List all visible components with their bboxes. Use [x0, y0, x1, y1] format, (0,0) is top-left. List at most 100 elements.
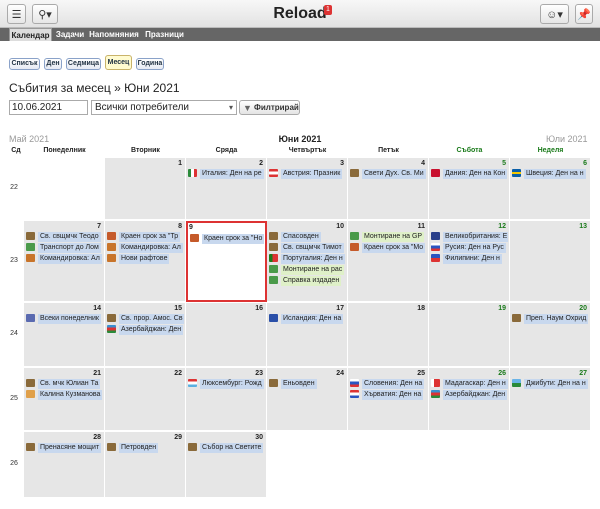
day-cell[interactable]: 8 Краен срок за "Тр Командировка: Ал Нови р… — [105, 221, 186, 302]
day-number[interactable]: 20 — [579, 305, 587, 312]
calendar-event[interactable]: Австрия: Празник — [269, 169, 346, 179]
view-list-button[interactable]: Списък — [9, 58, 40, 70]
tab-holidays[interactable]: Празници — [142, 28, 187, 41]
day-number[interactable]: 1 — [178, 160, 182, 167]
day-number[interactable]: 21 — [93, 370, 101, 377]
day-cell[interactable]: 28 Пренасяне мощит — [24, 432, 105, 498]
day-cell[interactable]: 29 Петровден — [105, 432, 186, 498]
calendar-event[interactable]: Всеки понеделник — [26, 314, 103, 324]
day-cell[interactable]: 30 Събор на Светите — [186, 432, 267, 498]
calendar-event[interactable]: Исландия: Ден на — [269, 314, 346, 324]
day-cell[interactable]: 11 Монтиране на GP Краен срок за "Мо — [348, 221, 429, 302]
calendar-event[interactable]: Азербайджан: Ден — [107, 325, 184, 335]
calendar-event[interactable]: Краен срок за "Но — [190, 234, 267, 244]
tab-tasks[interactable]: Задачи — [54, 28, 86, 41]
tab-calendar[interactable]: Календар — [9, 28, 52, 41]
day-cell[interactable]: 6 Швеция: Ден на н — [510, 158, 591, 220]
day-number[interactable]: 23 — [255, 370, 263, 377]
user-avatar-button[interactable]: ☺▾ — [540, 4, 569, 24]
calendar-event[interactable]: Калина Кузманова — [26, 390, 103, 400]
day-number[interactable]: 9 — [189, 224, 193, 231]
day-number[interactable]: 10 — [336, 223, 344, 230]
day-cell[interactable]: 23 Люксембург: Рожд — [186, 368, 267, 431]
day-cell[interactable]: 13 — [510, 221, 591, 302]
day-number[interactable]: 2 — [259, 160, 263, 167]
day-cell[interactable]: 10 Спасовден Св. свщмчк Тимот Португалия: Д… — [267, 221, 348, 302]
day-cell[interactable]: 7 Св. свщмчк Теодо Транспорт до Лом Команди… — [24, 221, 105, 302]
day-cell[interactable]: 1 — [105, 158, 186, 220]
day-number[interactable]: 3 — [340, 160, 344, 167]
day-cell[interactable]: 14 Всеки понеделник — [24, 303, 105, 367]
calendar-event[interactable]: Събор на Светите — [188, 443, 265, 453]
day-number[interactable]: 11 — [418, 223, 425, 230]
calendar-event[interactable]: Командировка: Ал — [107, 243, 184, 253]
calendar-event[interactable]: Св. свщмчк Теодо — [26, 232, 103, 242]
calendar-event[interactable]: Транспорт до Лом — [26, 243, 103, 253]
calendar-event[interactable]: Преп. Наум Охрид — [512, 314, 589, 324]
notification-badge[interactable]: 1 — [324, 5, 332, 15]
day-cell[interactable]: 16 — [186, 303, 267, 367]
calendar-event[interactable]: Русия: Ден на Рус — [431, 243, 508, 253]
day-cell[interactable]: 21 Св. мчк Юлиан Та Калина Кузманова — [24, 368, 105, 431]
day-cell[interactable]: 25 Словения: Ден на Хърватия: Ден на — [348, 368, 429, 431]
calendar-event[interactable]: Дания: Ден на Кон — [431, 169, 508, 179]
calendar-event[interactable]: Азербайджан: Ден — [431, 390, 508, 400]
calendar-event[interactable]: Италия: Ден на ре — [188, 169, 265, 179]
view-week-button[interactable]: Седмица — [66, 58, 101, 70]
day-number[interactable]: 30 — [255, 434, 263, 441]
day-number[interactable]: 14 — [93, 305, 101, 312]
calendar-event[interactable]: Еньовден — [269, 379, 346, 389]
calendar-event[interactable]: Мадагаскар: Ден н — [431, 379, 508, 389]
day-number[interactable]: 22 — [174, 370, 182, 377]
day-number[interactable]: 6 — [583, 160, 587, 167]
day-number[interactable]: 8 — [178, 223, 182, 230]
pin-button[interactable]: 📌 — [575, 4, 593, 24]
day-number[interactable]: 17 — [336, 305, 344, 312]
calendar-event[interactable]: Словения: Ден на — [350, 379, 427, 389]
day-cell[interactable]: 5 Дания: Ден на Кон — [429, 158, 510, 220]
day-cell[interactable]: 15 Св. прор. Амос. Св Азербайджан: Ден — [105, 303, 186, 367]
calendar-event[interactable]: Св. свщмчк Тимот — [269, 243, 346, 253]
calendar-event[interactable]: Монтиране на GP — [350, 232, 427, 242]
day-cell[interactable]: 19 — [429, 303, 510, 367]
view-month-button[interactable]: Месец — [105, 55, 132, 70]
calendar-event[interactable]: Хърватия: Ден на — [350, 390, 427, 400]
day-number[interactable]: 27 — [579, 370, 587, 377]
calendar-event[interactable]: Португалия: Ден н — [269, 254, 346, 264]
day-number[interactable]: 12 — [498, 223, 506, 230]
calendar-event[interactable]: Краен срок за "Мо — [350, 243, 427, 253]
day-cell[interactable]: 18 — [348, 303, 429, 367]
day-cell[interactable]: 27 Джибути: Ден на н — [510, 368, 591, 431]
day-cell[interactable]: 20 Преп. Наум Охрид — [510, 303, 591, 367]
day-number[interactable]: 25 — [417, 370, 425, 377]
calendar-event[interactable]: Св. мчк Юлиан Та — [26, 379, 103, 389]
calendar-event[interactable]: Спасовден — [269, 232, 346, 242]
calendar-event[interactable]: Швеция: Ден на н — [512, 169, 589, 179]
calendar-event[interactable]: Петровден — [107, 443, 184, 453]
calendar-event[interactable]: Свети Дух. Св. Ми — [350, 169, 427, 179]
day-number[interactable]: 15 — [174, 305, 182, 312]
view-day-button[interactable]: Ден — [44, 58, 62, 70]
calendar-event[interactable]: Пренасяне мощит — [26, 443, 103, 453]
calendar-event[interactable]: Нови рафтове — [107, 254, 184, 264]
day-number[interactable]: 7 — [97, 223, 101, 230]
day-cell[interactable]: 12 Великобритания: Е Русия: Ден на Рус Фили… — [429, 221, 510, 302]
day-cell[interactable]: 4 Свети Дух. Св. Ми — [348, 158, 429, 220]
view-year-button[interactable]: Година — [136, 58, 164, 70]
calendar-event[interactable]: Джибути: Ден на н — [512, 379, 589, 389]
day-cell[interactable]: 2 Италия: Ден на ре — [186, 158, 267, 220]
calendar-event[interactable]: Филипини: Ден н — [431, 254, 508, 264]
day-cell[interactable]: 9 Краен срок за "Но — [186, 221, 267, 302]
day-cell[interactable]: 26 Мадагаскар: Ден н Азербайджан: Ден — [429, 368, 510, 431]
calendar-event[interactable]: Люксембург: Рожд — [188, 379, 265, 389]
day-number[interactable]: 28 — [93, 434, 101, 441]
day-number[interactable]: 26 — [498, 370, 506, 377]
date-input[interactable]: 10.06.2021 — [9, 100, 88, 115]
tab-reminders[interactable]: Напомняния — [88, 28, 140, 41]
day-number[interactable]: 16 — [255, 305, 263, 312]
filter-button[interactable]: ▼ Филтрирай — [239, 100, 300, 115]
day-number[interactable]: 13 — [579, 223, 587, 230]
calendar-event[interactable]: Великобритания: Е — [431, 232, 508, 242]
calendar-event[interactable]: Справка издаден — [269, 276, 346, 286]
day-cell[interactable]: 22 — [105, 368, 186, 431]
